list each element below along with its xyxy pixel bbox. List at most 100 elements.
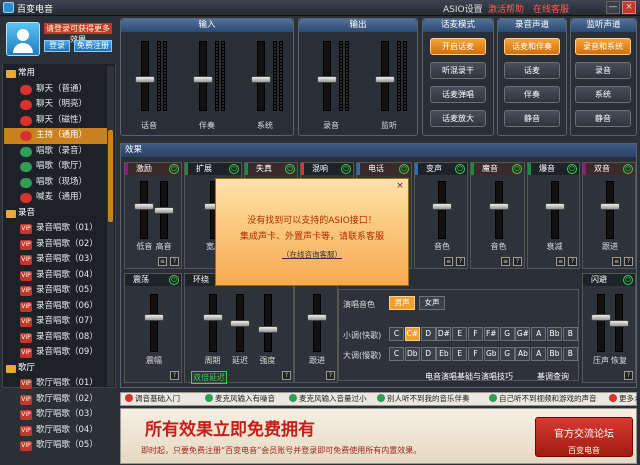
key-button[interactable]: E xyxy=(452,327,468,341)
monitorchannel-button[interactable]: 静音 xyxy=(575,110,631,127)
forum-button[interactable]: 官方交流论坛 百变电音 xyxy=(535,417,633,457)
help-tip-link[interactable]: 麦克风输入音量过小 xyxy=(289,393,367,405)
power-icon[interactable]: ⏻ xyxy=(285,164,295,174)
tree-folder[interactable]: 常用 xyxy=(4,66,108,82)
tree-item[interactable]: 主持（通用） xyxy=(4,128,108,144)
key-button[interactable]: Ab xyxy=(515,347,531,361)
key-button[interactable]: A xyxy=(531,327,547,341)
tree-item[interactable]: VIP 歌厅唱歌（03） xyxy=(4,407,108,423)
power-icon[interactable]: ⏻ xyxy=(341,164,351,174)
effect-fader-knob[interactable] xyxy=(600,203,620,210)
tree-item[interactable]: 唱歌（录音） xyxy=(4,144,108,160)
key-button[interactable]: Gb xyxy=(483,347,499,361)
effect-help-icon[interactable]: ? xyxy=(624,257,633,266)
tree-item[interactable]: VIP 录音唱歌（07） xyxy=(4,314,108,330)
key-button[interactable]: C xyxy=(389,347,404,361)
key-button[interactable]: D xyxy=(420,347,436,361)
input-fader-knob[interactable] xyxy=(251,76,271,83)
help-tip-link[interactable]: 调音基础入门 xyxy=(125,393,180,405)
asio-settings-link[interactable]: ASIO设置 xyxy=(443,2,483,15)
effect-help-icon[interactable]: ? xyxy=(170,371,179,380)
key-button[interactable]: A xyxy=(531,347,547,361)
effect-settings-icon[interactable]: ≡ xyxy=(556,257,565,266)
power-icon[interactable]: ⏻ xyxy=(512,164,522,174)
double-delay-link[interactable]: 双倍延迟 xyxy=(191,371,227,384)
help-tip-link[interactable]: 麦克风输入有噪音 xyxy=(205,393,275,405)
output-fader-knob[interactable] xyxy=(317,76,337,83)
effect-settings-icon[interactable]: ≡ xyxy=(158,257,167,266)
power-icon[interactable]: ⏻ xyxy=(169,164,179,174)
tree-item[interactable]: VIP 歌厅唱歌（01） xyxy=(4,376,108,392)
key-button[interactable]: B xyxy=(562,347,578,361)
help-tip-link[interactable]: 自己听不到视频和游戏的声音 xyxy=(489,393,597,405)
key-button[interactable]: G# xyxy=(515,327,531,341)
help-tip-link[interactable]: 别人听不到我的音乐伴奏 xyxy=(377,393,470,405)
key-button[interactable]: D xyxy=(420,327,436,341)
power-icon[interactable]: ⏻ xyxy=(399,164,409,174)
key-button[interactable]: Eb xyxy=(436,347,452,361)
female-voice-button[interactable]: 女声 xyxy=(419,296,445,310)
effect-settings-icon[interactable]: ≡ xyxy=(444,257,453,266)
recordchannel-button[interactable]: 静音 xyxy=(504,110,560,127)
effect-help-icon[interactable]: ? xyxy=(513,257,522,266)
voicemode-button[interactable]: 话麦弹唱 xyxy=(430,86,486,103)
voicemode-button[interactable]: 听混录干 xyxy=(430,62,486,79)
tree-item[interactable]: VIP 歌厅唱歌（04） xyxy=(4,423,108,439)
online-service-link[interactable]: 在线客服 xyxy=(533,2,569,15)
effect-fader-knob[interactable] xyxy=(488,203,509,210)
key-button[interactable]: E xyxy=(452,347,468,361)
tree-item[interactable]: VIP 录音唱歌（04） xyxy=(4,268,108,284)
key-button[interactable]: Bb xyxy=(547,327,562,341)
key-button[interactable]: F xyxy=(468,347,483,361)
key-button[interactable]: C# xyxy=(404,327,420,341)
key-button[interactable]: F xyxy=(468,327,483,341)
tree-item[interactable]: 唱歌（现场） xyxy=(4,175,108,191)
key-button[interactable]: Bb xyxy=(547,347,562,361)
voicemode-button[interactable]: 开启话麦 xyxy=(430,38,486,55)
power-icon[interactable]: ⏻ xyxy=(567,164,577,174)
monitorchannel-button[interactable]: 系统 xyxy=(575,86,631,103)
register-button[interactable]: 免费注册 xyxy=(74,40,112,52)
recordchannel-button[interactable]: 话麦 xyxy=(504,62,560,79)
tree-item[interactable]: VIP 录音唱歌（05） xyxy=(4,283,108,299)
effect-fader-knob[interactable] xyxy=(153,207,174,214)
dialog-close-icon[interactable]: × xyxy=(395,181,405,191)
recordchannel-button[interactable]: 话麦和伴奏 xyxy=(504,38,560,55)
tree-item[interactable]: 喊麦（通用） xyxy=(4,190,108,206)
login-button[interactable]: 登录 xyxy=(44,40,70,52)
tree-item[interactable]: VIP 录音唱歌（03） xyxy=(4,252,108,268)
effect-fader-knob[interactable] xyxy=(307,314,327,321)
monitorchannel-button[interactable]: 录音 xyxy=(575,62,631,79)
effect-fader-knob[interactable] xyxy=(591,314,611,321)
key-button[interactable]: F# xyxy=(483,327,499,341)
tree-item[interactable]: VIP 录音唱歌（08） xyxy=(4,330,108,346)
tree-item[interactable]: VIP 歌厅唱歌（02） xyxy=(4,392,108,408)
tree-item[interactable]: 聊天（普通） xyxy=(4,82,108,98)
recordchannel-button[interactable]: 伴奏 xyxy=(504,86,560,103)
power-icon[interactable]: ⏻ xyxy=(455,164,465,174)
effect-help-icon[interactable]: ? xyxy=(456,257,465,266)
tree-scrollbar[interactable] xyxy=(107,66,114,386)
scroll-thumb[interactable] xyxy=(108,130,113,222)
power-icon[interactable]: ⏻ xyxy=(229,164,239,174)
tree-item[interactable]: 聊天（明亮） xyxy=(4,97,108,113)
effect-fader-knob[interactable] xyxy=(544,203,565,210)
singing-tips-link[interactable]: 电音演唱基础与演唱技巧 xyxy=(425,371,513,382)
effect-fader-knob[interactable] xyxy=(144,314,164,321)
effect-help-icon[interactable]: ? xyxy=(624,371,633,380)
tree-item[interactable]: 聊天（磁性） xyxy=(4,113,108,129)
key-button[interactable]: B xyxy=(562,327,578,341)
effect-help-icon[interactable]: ? xyxy=(282,371,291,380)
online-consult-link[interactable]: （在线咨询客服） xyxy=(216,249,408,260)
tree-item[interactable]: VIP 录音唱歌（01） xyxy=(4,221,108,237)
tree-item[interactable]: 唱歌（歌厅） xyxy=(4,159,108,175)
minimize-button[interactable]: — xyxy=(606,1,620,14)
key-button[interactable]: D# xyxy=(436,327,452,341)
tree-item[interactable]: VIP 录音唱歌（09） xyxy=(4,345,108,361)
voicemode-button[interactable]: 话麦放大 xyxy=(430,110,486,127)
effect-help-icon[interactable]: ? xyxy=(326,371,335,380)
key-button[interactable]: G xyxy=(499,347,515,361)
effect-fader-knob[interactable] xyxy=(134,203,155,210)
monitorchannel-button[interactable]: 录音和系统 xyxy=(575,38,631,55)
power-icon[interactable]: ⏻ xyxy=(623,164,633,174)
